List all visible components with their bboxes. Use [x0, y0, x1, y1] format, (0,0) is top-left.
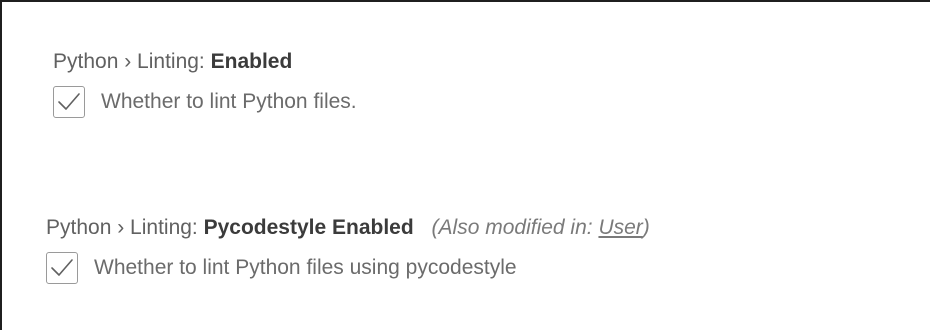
setting-description: Whether to lint Python files. — [101, 90, 357, 113]
modified-prefix: (Also modified in: — [431, 216, 599, 239]
modified-indicator: (Also modified in: User) — [432, 216, 650, 239]
modified-in-user-link[interactable]: User — [598, 216, 642, 239]
setting-title: Python › Linting: Enabled — [53, 48, 357, 76]
checkmark-icon — [51, 259, 73, 276]
setting-pycodestyle-enabled: Python › Linting: Pycodestyle Enabled (A… — [46, 214, 650, 284]
setting-description: Whether to lint Python files using pycod… — [94, 256, 517, 279]
setting-category: Python › Linting: — [53, 50, 205, 73]
linting-enabled-checkbox[interactable] — [53, 86, 85, 118]
setting-name: Enabled — [210, 50, 293, 73]
setting-value-row: Whether to lint Python files using pycod… — [46, 252, 650, 284]
setting-linting-enabled: Python › Linting: Enabled Whether to lin… — [53, 48, 357, 118]
setting-category: Python › Linting: — [46, 216, 198, 239]
setting-name: Pycodestyle Enabled — [203, 216, 414, 239]
pycodestyle-enabled-checkbox[interactable] — [46, 252, 78, 284]
setting-title: Python › Linting: Pycodestyle Enabled (A… — [46, 214, 650, 242]
modified-suffix: ) — [642, 216, 650, 239]
checkmark-icon — [58, 93, 80, 110]
setting-value-row: Whether to lint Python files. — [53, 86, 357, 118]
